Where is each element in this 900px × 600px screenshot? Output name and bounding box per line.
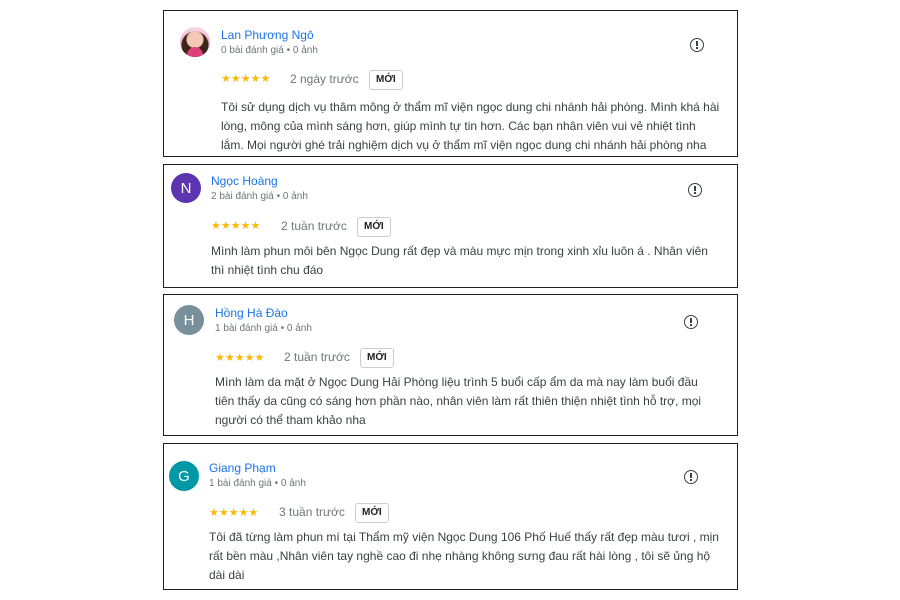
rating-stars: ★★★★★ (211, 220, 261, 232)
review-time: 3 tuần trước (279, 505, 345, 519)
reviewer-name[interactable]: Giang Phạm (209, 461, 276, 475)
reviewer-avatar[interactable]: H (174, 305, 204, 335)
review-text: Mình làm da mặt ở Ngọc Dung Hải Phòng li… (215, 375, 702, 427)
review-time: 2 tuần trước (284, 350, 350, 364)
rating-stars: ★★★★★ (215, 352, 265, 364)
reviewer-stats: 1 bài đánh giá • 0 ảnh (215, 323, 312, 334)
reviewer-name[interactable]: Ngọc Hoàng (211, 174, 278, 188)
review-time: 2 ngày trước (290, 72, 359, 86)
review-card: N Ngọc Hoàng 2 bài đánh giá • 0 ảnh ★★★★… (163, 164, 738, 288)
new-badge: MỚI (357, 217, 391, 237)
report-flag-icon[interactable] (688, 183, 702, 197)
reviewer-avatar[interactable] (180, 27, 210, 57)
review-text: Mình làm phun môi bên Ngọc Dung rất đẹp … (211, 244, 708, 277)
new-badge: MỚI (369, 70, 403, 90)
review-card: H Hồng Hà Đào 1 bài đánh giá • 0 ảnh ★★★… (163, 294, 738, 436)
reviewer-name[interactable]: Lan Phương Ngô (221, 28, 314, 42)
review-time: 2 tuần trước (281, 219, 347, 233)
rating-stars: ★★★★★ (209, 507, 259, 519)
reviewer-avatar[interactable]: N (171, 173, 201, 203)
new-badge: MỚI (360, 348, 394, 368)
review-card: Lan Phương Ngô 0 bài đánh giá • 0 ảnh ★★… (163, 10, 738, 157)
report-flag-icon[interactable] (690, 38, 704, 52)
reviewer-stats: 1 bài đánh giá • 0 ảnh (209, 478, 306, 489)
reviewer-avatar[interactable]: G (169, 461, 199, 491)
review-text: Tôi đã từng làm phun mí tại Thẩm mỹ viện… (209, 530, 719, 582)
new-badge: MỚI (355, 503, 389, 523)
report-flag-icon[interactable] (684, 315, 698, 329)
reviewer-name[interactable]: Hồng Hà Đào (215, 306, 288, 320)
reviewer-stats: 0 bài đánh giá • 0 ảnh (221, 45, 318, 56)
rating-stars: ★★★★★ (221, 73, 271, 85)
review-card: G Giang Phạm 1 bài đánh giá • 0 ảnh ★★★★… (163, 443, 738, 590)
review-text: Tôi sử dụng dịch vụ thâm mông ở thẩm mĩ … (221, 100, 720, 152)
report-flag-icon[interactable] (684, 470, 698, 484)
reviewer-stats: 2 bài đánh giá • 0 ảnh (211, 191, 308, 202)
